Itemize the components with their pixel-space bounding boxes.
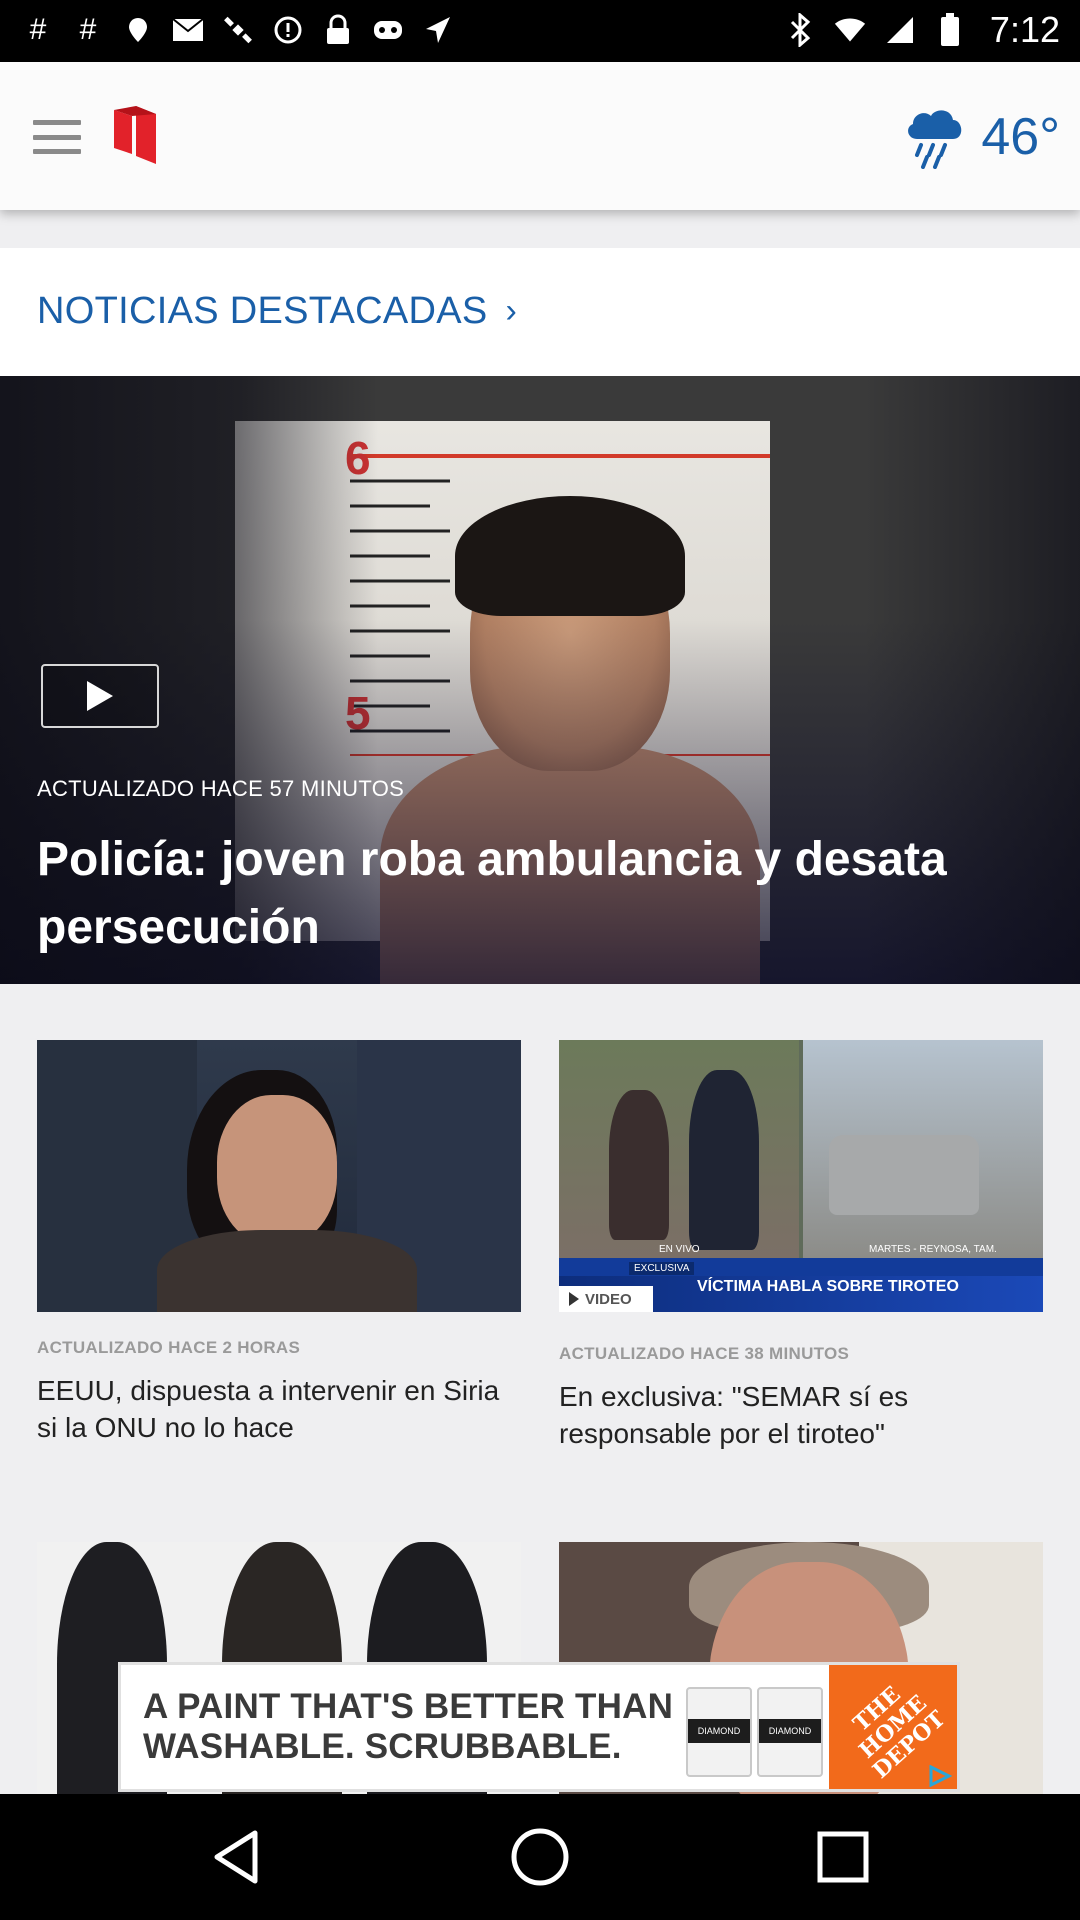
rain-cloud-icon [908, 110, 962, 169]
status-notifications: # # [22, 12, 454, 48]
cellular-signal-icon [884, 12, 916, 48]
status-system: 7:12 [784, 10, 1060, 50]
section-title: NOTICIAS DESTACADAS [37, 290, 488, 332]
wifi-icon [834, 12, 866, 48]
weather-widget[interactable]: 46° [903, 102, 1060, 172]
navigation-bar [0, 1794, 1080, 1920]
status-bar: # # 7:12 [0, 0, 1080, 62]
news-card[interactable]: EN VIVO MARTES - REYNOSA, TAM. EXCLUSIVA… [559, 1040, 1043, 1452]
ad-banner[interactable]: A PAINT THAT'S BETTER THAN WASHABLE. SCR… [118, 1662, 960, 1792]
location-icon [422, 12, 454, 48]
section-title-link[interactable]: NOTICIAS DESTACADAS › [37, 290, 517, 333]
news-card-title[interactable]: EEUU, dispuesta a intervenir en Siria si… [37, 1372, 521, 1446]
home-icon[interactable] [503, 1820, 577, 1894]
news-card[interactable]: ACTUALIZADO HACE 2 HORAS EEUU, dispuesta… [37, 1040, 521, 1446]
alert-icon [272, 12, 304, 48]
menu-icon[interactable] [33, 120, 81, 154]
ad-text: A PAINT THAT'S BETTER THAN WASHABLE. SCR… [143, 1687, 674, 1766]
temperature: 46° [981, 108, 1060, 166]
news-card-image[interactable]: EN VIVO MARTES - REYNOSA, TAM. EXCLUSIVA… [559, 1040, 1043, 1312]
hero-updated-time: ACTUALIZADO HACE 57 MINUTOS [37, 776, 405, 801]
news-card-updated: ACTUALIZADO HACE 2 HORAS [37, 1338, 301, 1357]
news-card-title[interactable]: En exclusiva: "SEMAR sí es responsable p… [559, 1378, 1043, 1452]
bluetooth-icon [784, 12, 816, 48]
tv-banner-text: VÍCTIMA HABLA SOBRE TIROTEO [697, 1278, 959, 1295]
battery-icon [934, 12, 966, 48]
ad-choices-icon[interactable] [927, 1765, 953, 1787]
news-card-image[interactable] [37, 1040, 521, 1312]
telemundo-logo-icon[interactable] [112, 104, 158, 166]
satellite-icon [222, 12, 254, 48]
hero-headline[interactable]: Policía: joven roba ambulancia y desata … [37, 826, 1037, 962]
paint-can-image: DIAMOND [757, 1687, 823, 1777]
mail-icon [172, 12, 204, 48]
play-video-button[interactable] [41, 664, 159, 728]
hashtag-icon: # [79, 13, 97, 46]
lock-icon [322, 12, 354, 48]
play-icon [569, 1292, 579, 1306]
tv-live-label: EN VIVO [659, 1244, 700, 1255]
chevron-right-icon: › [505, 292, 518, 330]
section-header[interactable]: NOTICIAS DESTACADAS › [0, 248, 1080, 376]
recents-icon[interactable] [806, 1820, 880, 1894]
paint-can-image: DIAMOND [686, 1687, 752, 1777]
app-header: 46° [0, 62, 1080, 210]
game-controller-icon [372, 12, 404, 48]
hero-story[interactable]: 6 5 ACTUALIZADO HACE 57 MINUTOS Policía:… [0, 376, 1080, 984]
fake-gps-icon [122, 12, 154, 48]
tv-location-label: MARTES - REYNOSA, TAM. [869, 1244, 997, 1255]
video-badge-label: VIDEO [585, 1290, 632, 1308]
back-icon[interactable] [200, 1820, 274, 1894]
video-badge: VIDEO [559, 1286, 653, 1312]
news-card-updated: ACTUALIZADO HACE 38 MINUTOS [559, 1344, 850, 1363]
hashtag-icon: # [29, 13, 47, 46]
tv-exclusive-tag: EXCLUSIVA [629, 1262, 695, 1275]
status-time: 7:12 [989, 9, 1060, 50]
